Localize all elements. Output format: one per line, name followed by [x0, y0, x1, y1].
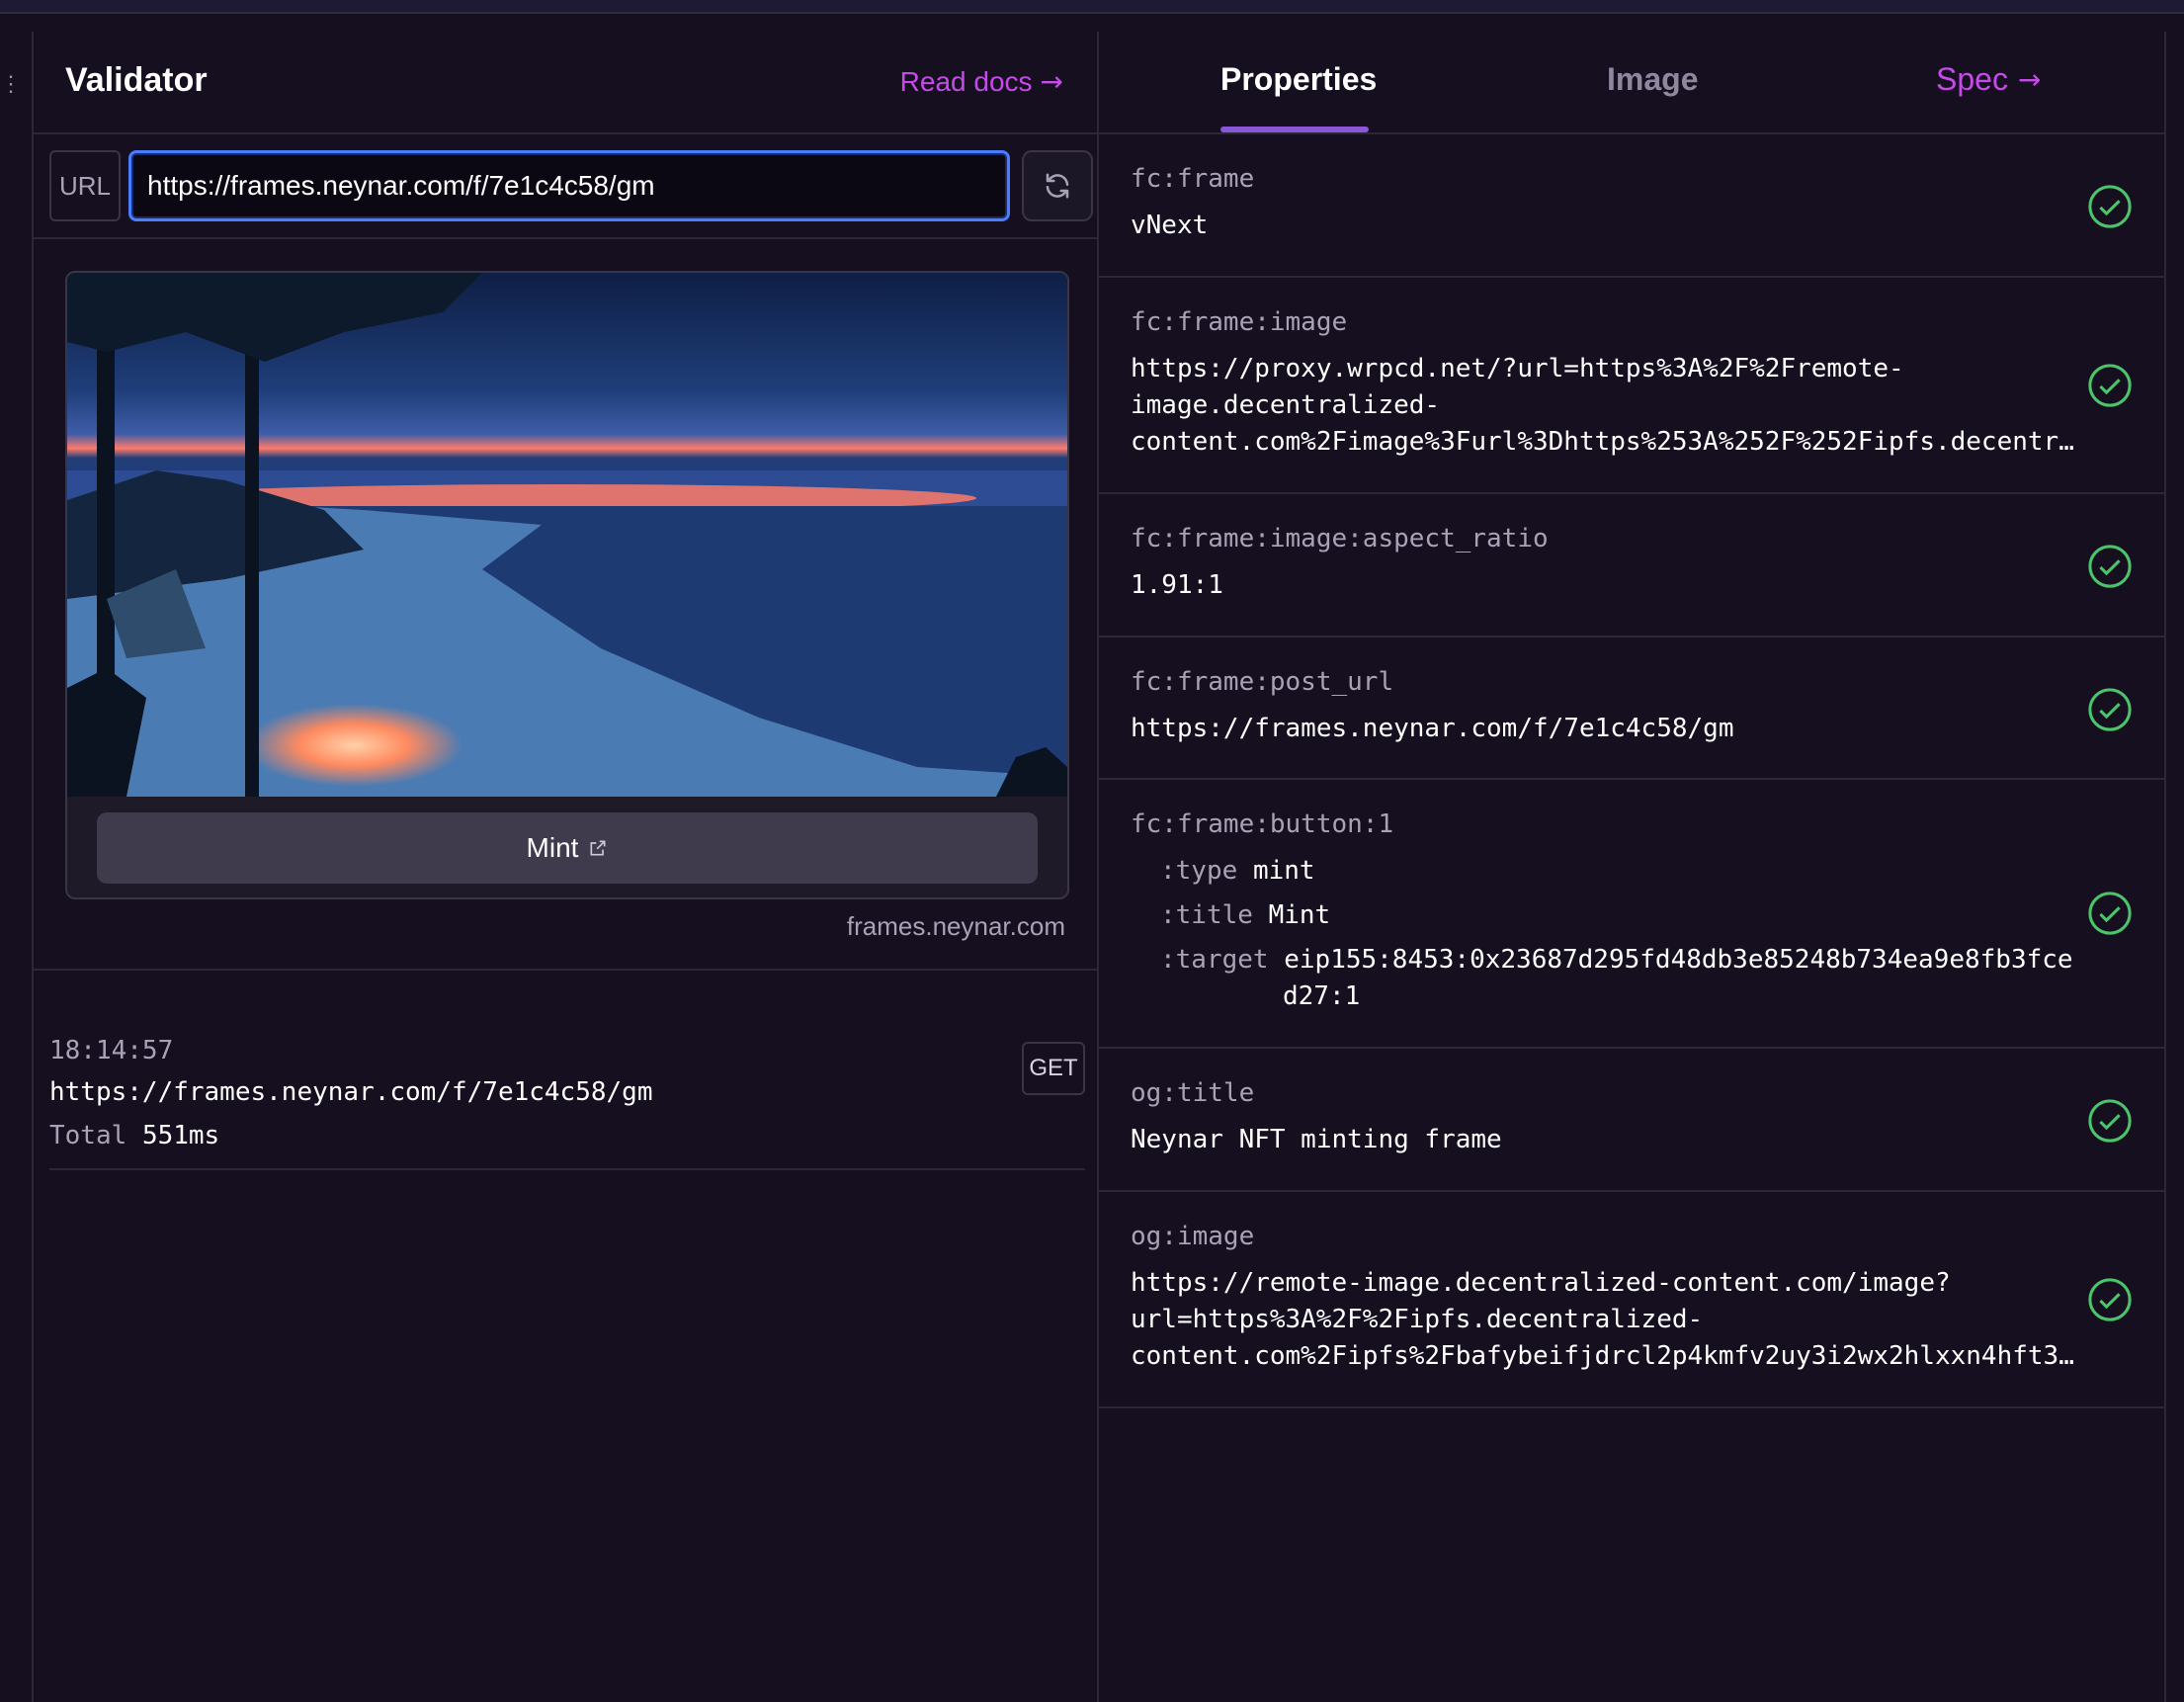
external-link-icon: [590, 840, 606, 856]
property-key: fc:frame:image: [1131, 307, 1348, 337]
property-value: https://frames.neynar.com/f/7e1c4c58/gm: [1131, 714, 1734, 743]
property-key: fc:frame:button:1: [1131, 809, 1394, 839]
property-key: og:title: [1131, 1078, 1255, 1108]
frame-card: Mint: [65, 271, 1069, 899]
arrow-right-icon: →: [2017, 63, 2042, 96]
tab-spec[interactable]: Spec →: [1936, 61, 2041, 98]
button-target-cont: d27:1: [1283, 979, 1360, 1015]
check-circle-icon: [2088, 1099, 2132, 1143]
request-log-entry[interactable]: 18:14:57 https://frames.neynar.com/f/7e1…: [49, 1010, 1085, 1170]
frame-domain: frames.neynar.com: [846, 911, 1065, 941]
log-time: 18:14:57: [49, 1036, 174, 1065]
property-row: fc:frame vNext: [1099, 134, 2164, 278]
property-row: fc:frame:button:1 :type mint :title Mint…: [1099, 780, 2164, 1049]
check-circle-icon: [2088, 185, 2132, 228]
url-row: URL: [34, 134, 1097, 239]
property-value: vNext: [1131, 211, 1209, 240]
button-title: :title Mint: [1160, 897, 1330, 934]
sub-key: :target: [1160, 945, 1269, 975]
property-row: fc:frame:image:aspect_ratio 1.91:1: [1099, 494, 2164, 638]
log-url: https://frames.neynar.com/f/7e1c4c58/gm: [49, 1077, 653, 1107]
read-docs-label: Read docs: [899, 65, 1033, 97]
property-row: fc:frame:image https://proxy.wrpcd.net/?…: [1099, 278, 2164, 494]
mint-button[interactable]: Mint: [97, 812, 1038, 884]
check-circle-icon: [2088, 1278, 2132, 1321]
arrow-right-icon: →: [1040, 65, 1063, 98]
property-value-line: https://remote-image.decentralized-conte…: [1131, 1268, 1951, 1298]
property-row: og:image https://remote-image.decentrali…: [1099, 1192, 2164, 1408]
property-value-line: content.com%2Fimage%3Furl%3Dhttps%253A%2…: [1131, 427, 2074, 457]
property-key: fc:frame:image:aspect_ratio: [1131, 524, 1549, 553]
sub-value: d27:1: [1283, 981, 1361, 1011]
mint-button-label: Mint: [526, 832, 579, 863]
sub-value: mint: [1252, 856, 1315, 886]
check-circle-icon: [2088, 688, 2132, 731]
url-label: URL: [49, 150, 121, 221]
property-key: og:image: [1131, 1222, 1255, 1251]
tab-properties[interactable]: Properties: [1220, 61, 1377, 98]
tab-bar: Properties Image Spec →: [1099, 32, 2164, 134]
validator-header: Validator Read docs →: [34, 32, 1097, 134]
window-top-bar: [0, 0, 2184, 14]
log-total-value: 551ms: [141, 1121, 220, 1150]
tab-spec-label: Spec: [1936, 61, 2008, 97]
sub-value: eip155:8453:0x23687d295fd48db3e85248b734…: [1284, 945, 2073, 975]
button-target: :target eip155:8453:0x23687d295fd48db3e8…: [1160, 942, 2073, 979]
sub-key: :title: [1160, 900, 1253, 930]
method-badge: GET: [1022, 1042, 1085, 1095]
property-key: fc:frame: [1131, 164, 1255, 194]
property-value-line: url=https%3A%2F%2Fipfs.decentralized-: [1131, 1305, 1704, 1334]
url-input[interactable]: [128, 150, 1010, 221]
log-total: Total 551ms: [49, 1121, 219, 1150]
check-circle-icon: [2088, 892, 2132, 935]
frame-preview-area: Mint frames.neynar.com: [34, 239, 1097, 971]
sub-key: :type: [1160, 856, 1238, 886]
tab-active-indicator: [1220, 127, 1369, 132]
check-circle-icon: [2088, 545, 2132, 588]
validator-panel: Validator Read docs → URL https://frames…: [32, 32, 1099, 1702]
side-handle-icon[interactable]: ⋮: [0, 69, 22, 99]
property-value-line: https://proxy.wrpcd.net/?url=https%3A%2F…: [1131, 354, 1904, 383]
refresh-button[interactable]: [1022, 150, 1093, 221]
read-docs-link[interactable]: Read docs →: [900, 65, 1063, 98]
properties-panel: Properties Image Spec → fc:frame vNext f…: [1099, 32, 2166, 1702]
property-row: fc:frame:post_url https://frames.neynar.…: [1099, 638, 2164, 780]
property-value: 1.91:1: [1131, 570, 1223, 600]
property-value-line: content.com%2Fipfs%2Fbafybeifjdrcl2p4kmf…: [1131, 1341, 2074, 1371]
log-total-label: Total: [49, 1121, 127, 1150]
check-circle-icon: [2088, 364, 2132, 407]
property-key: fc:frame:post_url: [1131, 667, 1394, 697]
sub-value: Mint: [1268, 900, 1331, 930]
refresh-icon: [1046, 173, 1069, 199]
property-row: og:title Neynar NFT minting frame: [1099, 1049, 2164, 1192]
property-value-line: image.decentralized-: [1131, 390, 1441, 420]
frame-image: [67, 273, 1067, 797]
page-title: Validator: [65, 61, 208, 99]
tab-image[interactable]: Image: [1607, 61, 1698, 98]
property-value: Neynar NFT minting frame: [1131, 1125, 1502, 1154]
button-type: :type mint: [1160, 853, 1315, 890]
